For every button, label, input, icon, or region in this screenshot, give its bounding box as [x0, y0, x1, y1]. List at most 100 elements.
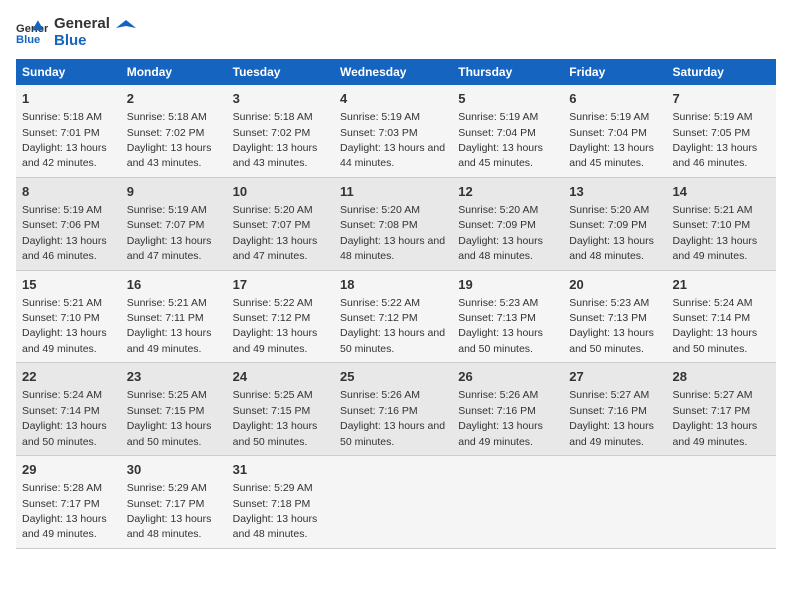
sunset-text: Sunset: 7:17 PM: [127, 498, 205, 510]
sunrise-text: Sunrise: 5:19 AM: [127, 204, 207, 216]
calendar-cell: 17Sunrise: 5:22 AMSunset: 7:12 PMDayligh…: [227, 270, 334, 363]
daylight-text: Daylight: 13 hours and 50 minutes.: [233, 420, 318, 447]
sunrise-text: Sunrise: 5:23 AM: [569, 297, 649, 309]
daylight-text: Daylight: 13 hours and 44 minutes.: [340, 142, 445, 169]
day-number: 4: [340, 90, 446, 108]
day-number: 8: [22, 183, 115, 201]
day-number: 22: [22, 368, 115, 386]
day-number: 19: [458, 276, 557, 294]
daylight-text: Daylight: 13 hours and 50 minutes.: [673, 327, 758, 354]
column-header-sunday: Sunday: [16, 59, 121, 85]
sunset-text: Sunset: 7:07 PM: [233, 219, 311, 231]
calendar-cell: 26Sunrise: 5:26 AMSunset: 7:16 PMDayligh…: [452, 363, 563, 456]
sunset-text: Sunset: 7:02 PM: [127, 127, 205, 139]
calendar-cell: 21Sunrise: 5:24 AMSunset: 7:14 PMDayligh…: [667, 270, 776, 363]
day-number: 26: [458, 368, 557, 386]
calendar-cell: [563, 456, 666, 549]
sunrise-text: Sunrise: 5:22 AM: [233, 297, 313, 309]
sunrise-text: Sunrise: 5:26 AM: [340, 389, 420, 401]
calendar-cell: 10 Sunrise: 5:20 AM Sunset: 7:07 PM Dayligh…: [227, 177, 334, 270]
sunset-text: Sunset: 7:14 PM: [22, 405, 100, 417]
day-number: 18: [340, 276, 446, 294]
sunrise-text: Sunrise: 5:20 AM: [340, 204, 420, 216]
sunrise-text: Sunrise: 5:18 AM: [127, 111, 207, 123]
calendar-body: 1Sunrise: 5:18 AMSunset: 7:01 PMDaylight…: [16, 85, 776, 548]
day-number: 23: [127, 368, 221, 386]
day-number: 10: [233, 183, 328, 201]
calendar-cell: 3Sunrise: 5:18 AMSunset: 7:02 PMDaylight…: [227, 85, 334, 177]
sunset-text: Sunset: 7:12 PM: [233, 312, 311, 324]
sunrise-text: Sunrise: 5:20 AM: [458, 204, 538, 216]
day-number: 28: [673, 368, 770, 386]
sunset-text: Sunset: 7:16 PM: [569, 405, 647, 417]
sunrise-text: Sunrise: 5:19 AM: [569, 111, 649, 123]
calendar-cell: 23Sunrise: 5:25 AMSunset: 7:15 PMDayligh…: [121, 363, 227, 456]
sunrise-text: Sunrise: 5:27 AM: [673, 389, 753, 401]
day-number: 30: [127, 461, 221, 479]
calendar-cell: [334, 456, 452, 549]
calendar-table: SundayMondayTuesdayWednesdayThursdayFrid…: [16, 59, 776, 549]
calendar-cell: 18 Sunrise: 5:22 AM Sunset: 7:12 PM Dayligh…: [334, 270, 452, 363]
week-row-4: 22Sunrise: 5:24 AMSunset: 7:14 PMDayligh…: [16, 363, 776, 456]
column-header-wednesday: Wednesday: [334, 59, 452, 85]
sunset-text: Sunset: 7:12 PM: [340, 312, 418, 324]
daylight-text: Daylight: 13 hours and 49 minutes.: [22, 327, 107, 354]
sunset-text: Sunset: 7:02 PM: [233, 127, 311, 139]
calendar-cell: 20Sunrise: 5:23 AMSunset: 7:13 PMDayligh…: [563, 270, 666, 363]
sunset-text: Sunset: 7:10 PM: [22, 312, 100, 324]
calendar-cell: 29Sunrise: 5:28 AMSunset: 7:17 PMDayligh…: [16, 456, 121, 549]
daylight-text: Daylight: 13 hours and 49 minutes.: [458, 420, 543, 447]
sunrise-text: Sunrise: 5:25 AM: [233, 389, 313, 401]
calendar-header: SundayMondayTuesdayWednesdayThursdayFrid…: [16, 59, 776, 85]
day-number: 16: [127, 276, 221, 294]
calendar-cell: 5Sunrise: 5:19 AMSunset: 7:04 PMDaylight…: [452, 85, 563, 177]
daylight-text: Daylight: 13 hours and 47 minutes.: [233, 235, 318, 262]
calendar-cell: 6Sunrise: 5:19 AMSunset: 7:04 PMDaylight…: [563, 85, 666, 177]
sunrise-text: Sunrise: 5:24 AM: [673, 297, 753, 309]
svg-text:General: General: [16, 22, 48, 34]
calendar-cell: 14Sunrise: 5:21 AMSunset: 7:10 PMDayligh…: [667, 177, 776, 270]
sunrise-text: Sunrise: 5:18 AM: [22, 111, 102, 123]
sunrise-text: Sunrise: 5:19 AM: [22, 204, 102, 216]
daylight-text: Daylight: 13 hours and 42 minutes.: [22, 142, 107, 169]
sunrise-text: Sunrise: 5:19 AM: [673, 111, 753, 123]
sunset-text: Sunset: 7:05 PM: [673, 127, 751, 139]
daylight-text: Daylight: 13 hours and 49 minutes.: [22, 513, 107, 540]
sunrise-text: Sunrise: 5:27 AM: [569, 389, 649, 401]
column-header-monday: Monday: [121, 59, 227, 85]
sunrise-text: Sunrise: 5:18 AM: [233, 111, 313, 123]
week-row-2: 8Sunrise: 5:19 AMSunset: 7:06 PMDaylight…: [16, 177, 776, 270]
sunrise-text: Sunrise: 5:19 AM: [340, 111, 420, 123]
daylight-text: Daylight: 13 hours and 47 minutes.: [127, 235, 212, 262]
sunrise-text: Sunrise: 5:25 AM: [127, 389, 207, 401]
daylight-text: Daylight: 13 hours and 48 minutes.: [458, 235, 543, 262]
sunset-text: Sunset: 7:09 PM: [458, 219, 536, 231]
sunset-text: Sunset: 7:09 PM: [569, 219, 647, 231]
calendar-cell: 16Sunrise: 5:21 AMSunset: 7:11 PMDayligh…: [121, 270, 227, 363]
daylight-text: Daylight: 13 hours and 45 minutes.: [458, 142, 543, 169]
sunset-text: Sunset: 7:11 PM: [127, 312, 204, 324]
logo-bird-icon: [116, 18, 136, 38]
sunset-text: Sunset: 7:10 PM: [673, 219, 751, 231]
sunrise-text: Sunrise: 5:21 AM: [673, 204, 753, 216]
calendar-cell: 2Sunrise: 5:18 AMSunset: 7:02 PMDaylight…: [121, 85, 227, 177]
sunrise-text: Sunrise: 5:20 AM: [233, 204, 313, 216]
day-number: 13: [569, 183, 660, 201]
sunset-text: Sunset: 7:14 PM: [673, 312, 751, 324]
sunrise-text: Sunrise: 5:20 AM: [569, 204, 649, 216]
sunset-text: Sunset: 7:08 PM: [340, 219, 418, 231]
daylight-text: Daylight: 13 hours and 50 minutes.: [458, 327, 543, 354]
sunset-text: Sunset: 7:03 PM: [340, 127, 418, 139]
sunset-text: Sunset: 7:04 PM: [458, 127, 536, 139]
sunset-text: Sunset: 7:16 PM: [458, 405, 536, 417]
daylight-text: Daylight: 13 hours and 50 minutes.: [127, 420, 212, 447]
daylight-text: Daylight: 13 hours and 50 minutes.: [340, 327, 445, 354]
sunrise-text: Sunrise: 5:22 AM: [340, 297, 420, 309]
sunset-text: Sunset: 7:13 PM: [569, 312, 647, 324]
sunrise-text: Sunrise: 5:28 AM: [22, 482, 102, 494]
calendar-cell: 31Sunrise: 5:29 AMSunset: 7:18 PMDayligh…: [227, 456, 334, 549]
calendar-cell: [452, 456, 563, 549]
day-number: 24: [233, 368, 328, 386]
sunset-text: Sunset: 7:01 PM: [22, 127, 100, 139]
sunset-text: Sunset: 7:17 PM: [673, 405, 751, 417]
